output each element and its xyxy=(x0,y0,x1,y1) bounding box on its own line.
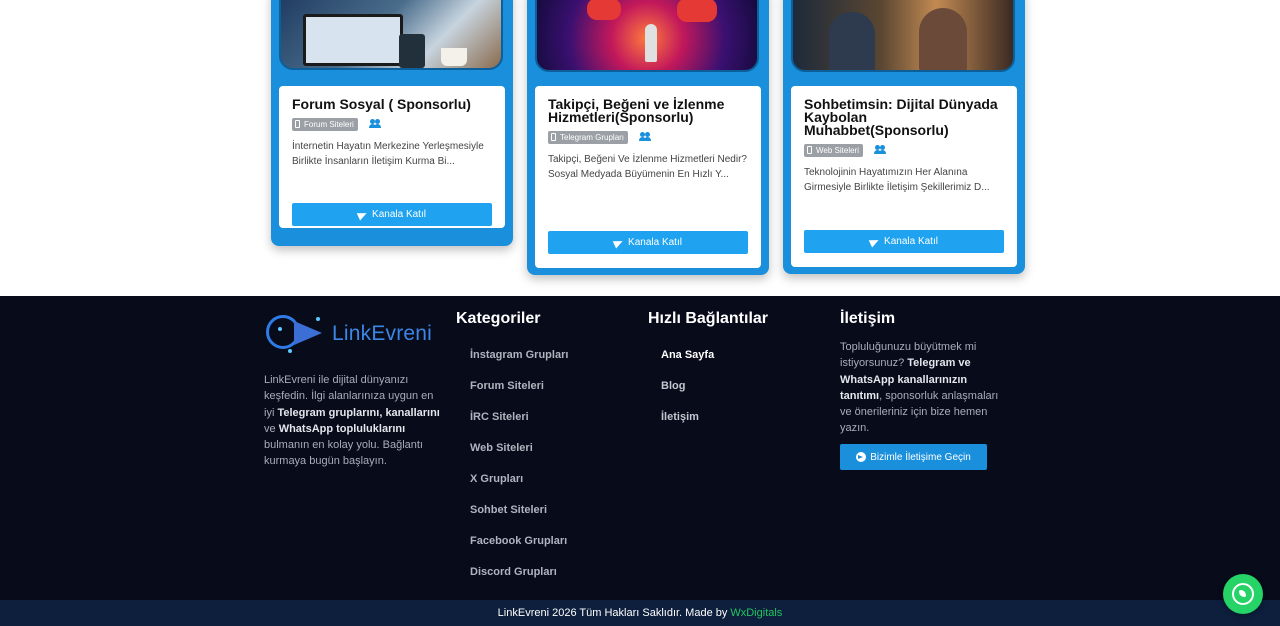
category-link[interactable]: Discord Grupları xyxy=(470,565,568,596)
card-description: Takipçi, Beğeni Ve İzlenme Hizmetleri Ne… xyxy=(548,154,747,180)
laptop-illustration xyxy=(303,14,403,66)
card-body: Forum Sosyal ( Sponsorlu) Forum Siteleri… xyxy=(279,86,505,228)
card-meta: Telegram Grupları xyxy=(548,130,748,144)
channel-card[interactable]: Forum Sosyal ( Sponsorlu) Forum Siteleri… xyxy=(271,0,513,246)
card-title[interactable]: Forum Sosyal ( Sponsorlu) xyxy=(292,97,492,111)
card-thumbnail[interactable] xyxy=(535,0,759,72)
site-footer: LinkEvreni LinkEvreni ile dijital dünyan… xyxy=(0,296,1280,600)
notification-bubble xyxy=(677,0,717,22)
phone-illustration xyxy=(399,34,425,68)
category-badge[interactable]: Forum Siteleri xyxy=(292,117,358,131)
rocket-illustration xyxy=(645,24,657,62)
telegram-plane-icon xyxy=(868,235,881,248)
category-link[interactable]: Web Siteleri xyxy=(470,441,568,472)
quick-links-list: Ana Sayfa Blog İletişim xyxy=(661,348,714,441)
whatsapp-icon xyxy=(1232,583,1254,605)
quick-links-heading: Hızlı Bağlantılar xyxy=(648,310,769,327)
category-link[interactable]: Forum Siteleri xyxy=(470,379,568,410)
join-channel-button[interactable]: Kanala Katıl xyxy=(548,231,748,254)
copyright-text: LinkEvreni 2026 Tüm Hakları Saklıdır. Ma… xyxy=(497,607,728,619)
category-badge[interactable]: Web Siteleri xyxy=(804,143,863,157)
button-label: Bizimle İletişime Geçin xyxy=(870,451,971,463)
logo-text: LinkEvreni xyxy=(332,322,433,345)
card-thumbnail[interactable] xyxy=(791,0,1015,72)
coffee-cup-illustration xyxy=(441,48,467,66)
logo-star xyxy=(288,349,292,353)
person-illustration xyxy=(919,8,967,70)
users-icon xyxy=(639,132,652,142)
category-label: Forum Siteleri xyxy=(304,119,354,129)
person-illustration xyxy=(829,12,875,70)
telegram-plane-icon xyxy=(612,236,625,249)
contact-heading: İletişim xyxy=(840,310,896,327)
button-label: Kanala Katıl xyxy=(628,237,682,248)
categories-heading: Kategoriler xyxy=(456,310,541,327)
mobile-icon xyxy=(551,133,556,141)
site-logo[interactable]: LinkEvreni xyxy=(264,308,444,360)
category-link[interactable]: Facebook Grupları xyxy=(470,534,568,565)
blog-link[interactable]: Blog xyxy=(661,379,714,410)
category-label: Telegram Grupları xyxy=(560,132,625,142)
card-meta: Web Siteleri xyxy=(804,143,1004,157)
join-channel-button[interactable]: Kanala Katıl xyxy=(292,203,492,226)
copyright-bar: LinkEvreni 2026 Tüm Hakları Saklıdır. Ma… xyxy=(0,600,1280,626)
telegram-plane-icon xyxy=(356,208,369,221)
channel-cards-section: Forum Sosyal ( Sponsorlu) Forum Siteleri… xyxy=(0,0,1280,296)
card-meta: Forum Siteleri xyxy=(292,117,492,131)
contact-link[interactable]: İletişim xyxy=(661,410,714,441)
contact-us-button[interactable]: Bizimle İletişime Geçin xyxy=(840,444,987,470)
contact-text: Topluluğunuzu büyütmek mi istiyorsunuz? … xyxy=(840,341,999,435)
card-body: Takipçi, Beğeni ve İzlenme Hizmetleri(Sp… xyxy=(535,86,761,268)
channel-card[interactable]: Sohbetimsin: Dijital Dünyada Kaybolan Mu… xyxy=(783,0,1025,274)
footer-about-text: LinkEvreni ile dijital dünyanızı keşfedi… xyxy=(264,374,440,468)
category-link[interactable]: X Grupları xyxy=(470,472,568,503)
category-link[interactable]: İnstagram Grupları xyxy=(470,348,568,379)
button-label: Kanala Katıl xyxy=(372,209,426,220)
logo-star xyxy=(316,317,320,321)
telegram-circle-icon xyxy=(856,452,867,462)
join-channel-button[interactable]: Kanala Katıl xyxy=(804,230,1004,253)
card-body: Sohbetimsin: Dijital Dünyada Kaybolan Mu… xyxy=(791,86,1017,267)
card-title[interactable]: Takipçi, Beğeni ve İzlenme Hizmetleri(Sp… xyxy=(548,97,748,124)
users-icon xyxy=(368,119,382,129)
notification-bubble xyxy=(587,0,621,20)
logo-star xyxy=(278,327,282,331)
mobile-icon xyxy=(295,120,300,128)
mobile-icon xyxy=(807,146,812,154)
category-badge[interactable]: Telegram Grupları xyxy=(548,130,629,144)
categories-list: İnstagram Grupları Forum Siteleri İRC Si… xyxy=(470,348,568,596)
card-thumbnail[interactable] xyxy=(279,0,503,70)
category-link[interactable]: Sohbet Siteleri xyxy=(470,503,568,534)
button-label: Kanala Katıl xyxy=(884,236,938,247)
users-icon xyxy=(873,145,887,155)
channel-card[interactable]: Takipçi, Beğeni ve İzlenme Hizmetleri(Sp… xyxy=(527,0,769,275)
home-link[interactable]: Ana Sayfa xyxy=(661,348,714,379)
card-description: Teknolojinin Hayatımızın Her Alanına Gir… xyxy=(804,167,990,193)
category-link[interactable]: İRC Siteleri xyxy=(470,410,568,441)
category-label: Web Siteleri xyxy=(816,145,859,155)
megaphone-logo-icon xyxy=(264,311,326,357)
whatsapp-float-button[interactable] xyxy=(1223,574,1263,614)
made-by-link[interactable]: WxDigitals xyxy=(730,607,782,619)
card-title[interactable]: Sohbetimsin: Dijital Dünyada Kaybolan Mu… xyxy=(804,97,1004,137)
card-description: İnternetin Hayatın Merkezine Yerleşmesiy… xyxy=(292,141,484,167)
logo-horn xyxy=(294,321,322,345)
